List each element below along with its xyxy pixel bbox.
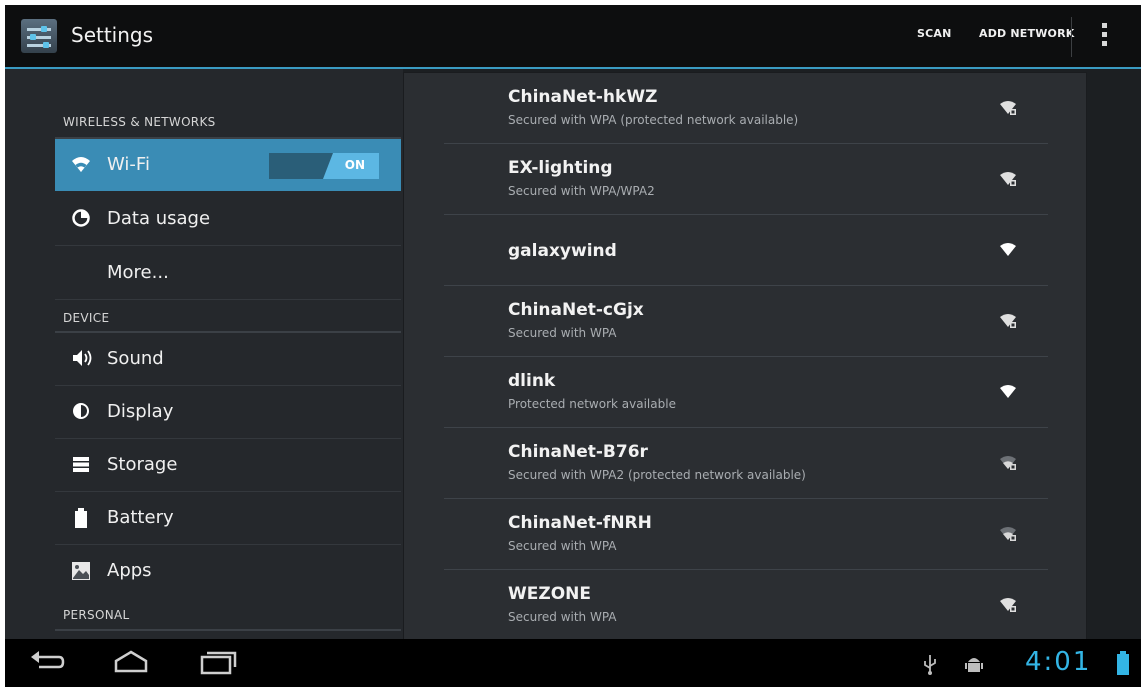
tablet-screen: Settings SCAN ADD NETWORK WIRELESS & NET… (5, 5, 1141, 687)
network-name: ChinaNet-cGjx (508, 300, 644, 320)
page-title: Settings (71, 23, 154, 47)
action-bar: Settings SCAN ADD NETWORK (5, 5, 1141, 69)
network-row[interactable]: WEZONE Secured with WPA (444, 570, 1048, 640)
speaker-icon (71, 349, 92, 369)
sidebar-item-battery[interactable]: Battery (55, 492, 401, 545)
section-header-device: DEVICE (63, 311, 110, 325)
wifi-network-list: ChinaNet-hkWZ Secured with WPA (protecte… (404, 73, 1086, 639)
sidebar-item-sound[interactable]: Sound (55, 333, 401, 386)
wifi-signal-locked-icon (999, 99, 1017, 117)
network-name: EX-lighting (508, 158, 613, 178)
add-network-button[interactable]: ADD NETWORK (979, 27, 1075, 40)
sidebar-item-label: Data usage (107, 208, 211, 229)
back-icon[interactable] (27, 647, 67, 677)
network-security: Secured with WPA (508, 326, 617, 340)
network-row[interactable]: ChinaNet-cGjx Secured with WPA (444, 286, 1048, 357)
apps-icon (71, 561, 91, 581)
wifi-signal-weak-locked-icon (999, 525, 1017, 543)
network-row[interactable]: ChinaNet-fNRH Secured with WPA (444, 499, 1048, 570)
data-usage-icon (71, 209, 91, 229)
battery-icon (71, 508, 91, 528)
settings-categories: WIRELESS & NETWORKS Wi-Fi ON Data usage … (5, 69, 403, 639)
network-security: Secured with WPA2 (protected network ava… (508, 468, 806, 482)
network-row[interactable]: galaxywind (444, 215, 1048, 286)
sidebar-item-more[interactable]: More... (55, 247, 401, 300)
system-nav-bar: 4:01 (5, 639, 1141, 687)
sidebar-item-display[interactable]: Display (55, 386, 401, 439)
network-name: ChinaNet-fNRH (508, 513, 652, 533)
usb-icon (923, 653, 937, 679)
network-row[interactable]: dlink Protected network available (444, 357, 1048, 428)
sidebar-item-storage[interactable]: Storage (55, 439, 401, 492)
battery-status-icon (1117, 651, 1129, 679)
network-row[interactable]: ChinaNet-hkWZ Secured with WPA (protecte… (444, 73, 1048, 144)
wifi-signal-icon (999, 241, 1017, 259)
network-row[interactable]: ChinaNet-B76r Secured with WPA2 (protect… (444, 428, 1048, 499)
section-header-personal: PERSONAL (63, 608, 130, 622)
network-name: ChinaNet-hkWZ (508, 87, 658, 107)
network-security: Secured with WPA (508, 610, 617, 624)
usb-debugging-icon (965, 653, 983, 679)
network-security: Secured with WPA/WPA2 (508, 184, 655, 198)
sidebar-item-label: Sound (107, 348, 164, 369)
storage-icon (71, 455, 91, 475)
sidebar-item-label: Wi-Fi (107, 154, 150, 175)
overflow-menu-icon[interactable] (1095, 21, 1115, 51)
network-name: galaxywind (508, 241, 617, 261)
home-icon[interactable] (111, 647, 151, 677)
section-divider (55, 629, 401, 631)
sidebar-item-wifi[interactable]: Wi-Fi ON (55, 139, 401, 191)
wifi-signal-locked-icon (999, 596, 1017, 614)
wifi-signal-locked-icon (999, 312, 1017, 330)
scan-button[interactable]: SCAN (917, 27, 952, 40)
sidebar-item-data-usage[interactable]: Data usage (55, 193, 401, 246)
wifi-signal-icon (999, 383, 1017, 401)
wifi-icon (71, 155, 91, 175)
status-clock: 4:01 (1025, 647, 1092, 677)
network-security: Secured with WPA (508, 539, 617, 553)
network-name: WEZONE (508, 584, 591, 604)
network-row[interactable]: EX-lighting Secured with WPA/WPA2 (444, 144, 1048, 215)
sidebar-item-label: Display (107, 401, 174, 422)
wifi-toggle[interactable]: ON (269, 153, 379, 179)
toggle-state-label: ON (344, 158, 365, 172)
sidebar-item-label: Battery (107, 507, 174, 528)
network-name: dlink (508, 371, 556, 391)
sidebar-item-label: Apps (107, 560, 152, 581)
sidebar-item-label: More... (107, 262, 169, 283)
network-name: ChinaNet-B76r (508, 442, 648, 462)
network-security: Secured with WPA (protected network avai… (508, 113, 799, 127)
sidebar-item-apps[interactable]: Apps (55, 545, 401, 597)
action-bar-divider (1071, 17, 1072, 57)
recent-apps-icon[interactable] (197, 647, 237, 677)
network-security: Protected network available (508, 397, 676, 411)
wifi-signal-weak-locked-icon (999, 454, 1017, 472)
sidebar-item-label: Storage (107, 454, 178, 475)
settings-app-icon[interactable] (21, 19, 57, 53)
wifi-signal-locked-icon (999, 170, 1017, 188)
brightness-icon (71, 402, 91, 422)
section-header-wireless: WIRELESS & NETWORKS (63, 115, 216, 129)
